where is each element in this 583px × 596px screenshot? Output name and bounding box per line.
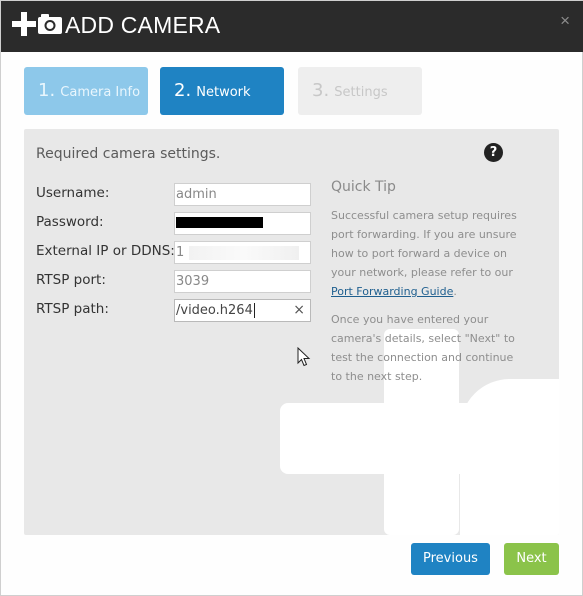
help-icon[interactable]: ? <box>484 143 503 162</box>
step-number: 2. <box>174 80 192 101</box>
step-label: Camera Info <box>60 85 141 100</box>
rtsp-path-value: /video.h264 <box>176 303 253 318</box>
external-ip-input[interactable]: 1 <box>174 241 311 264</box>
rtsp-port-label: RTSP port: <box>36 272 106 288</box>
password-input[interactable] <box>174 212 311 235</box>
password-label: Password: <box>36 214 104 230</box>
step-camera-info[interactable]: 1. Camera Info <box>24 67 148 115</box>
username-label: Username: <box>36 185 110 201</box>
settings-panel: Required camera settings. ? Username: ad… <box>24 129 559 535</box>
dialog-header: ADD CAMERA × <box>1 1 583 52</box>
text-caret <box>253 303 255 318</box>
password-mask <box>176 217 263 228</box>
quick-tip-title: Quick Tip <box>331 179 396 195</box>
previous-button[interactable]: Previous <box>411 543 490 575</box>
external-ip-label: External IP or DDNS: <box>36 243 175 259</box>
next-button[interactable]: Next <box>504 543 559 575</box>
username-input[interactable]: admin <box>174 183 311 206</box>
add-camera-dialog: ADD CAMERA × 1. Camera Info 2. Network 3… <box>0 0 583 596</box>
section-title: Required camera settings. <box>36 146 221 162</box>
quick-tip-paragraph-2: Once you have entered your camera's deta… <box>331 313 515 383</box>
watermark-shape <box>460 379 559 535</box>
username-value: admin <box>176 187 217 202</box>
camera-icon <box>38 14 62 34</box>
quick-tip-period: . <box>453 285 457 298</box>
step-number: 3. <box>312 80 330 101</box>
step-label: Settings <box>334 85 388 100</box>
rtsp-path-label: RTSP path: <box>36 301 109 317</box>
port-forwarding-guide-link[interactable]: Port Forwarding Guide <box>331 285 453 298</box>
rtsp-path-input[interactable]: /video.h264 × <box>174 299 311 322</box>
external-ip-value: 1 <box>176 245 185 260</box>
plus-icon <box>12 12 36 36</box>
rtsp-port-input[interactable]: 3039 <box>174 270 311 293</box>
step-number: 1. <box>38 80 56 101</box>
close-icon[interactable]: × <box>560 11 570 31</box>
quick-tip-text: Successful camera setup requires port fo… <box>331 209 517 279</box>
clear-icon[interactable]: × <box>293 300 305 321</box>
mouse-cursor-icon <box>297 347 311 367</box>
step-network[interactable]: 2. Network <box>160 67 284 115</box>
quick-tip-paragraph-1: Successful camera setup requires port fo… <box>331 206 521 301</box>
step-label: Network <box>196 85 251 100</box>
redacted-value <box>189 246 299 260</box>
dialog-title: ADD CAMERA <box>65 12 221 38</box>
step-settings: 3. Settings <box>298 67 422 115</box>
rtsp-port-value: 3039 <box>176 274 210 289</box>
